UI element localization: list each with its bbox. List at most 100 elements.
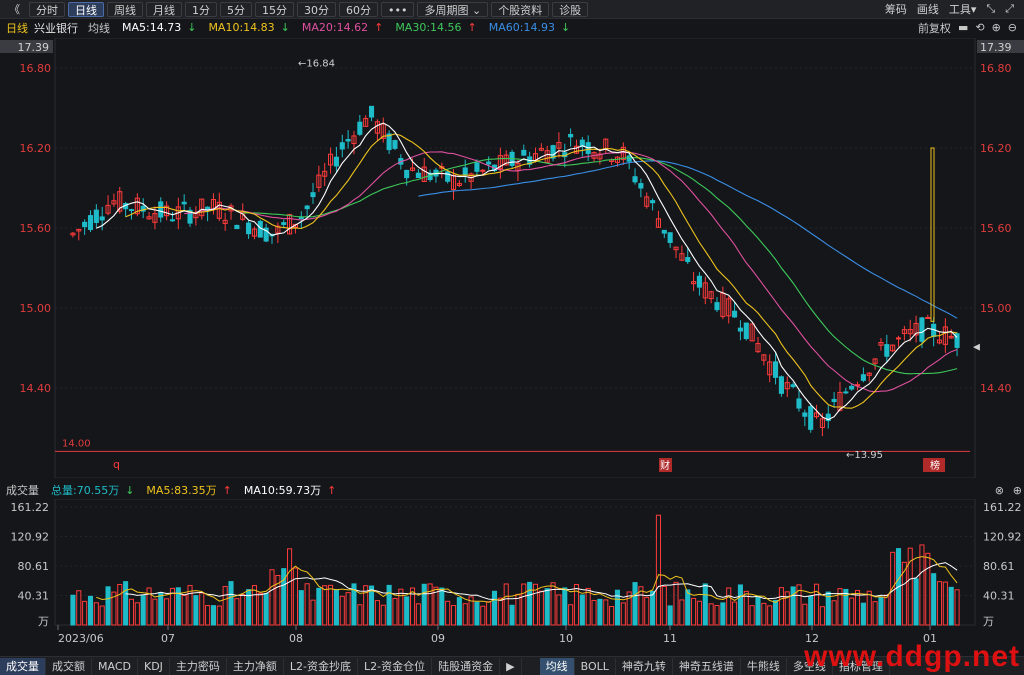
support-label: 14.00 [62,438,91,449]
volume-bar [421,583,427,626]
expand-icon[interactable]: ⤢ [1005,2,1014,16]
tools-menu-button[interactable]: 工具▾ [949,1,977,17]
volume-bar [907,547,913,626]
volume-bar [298,590,304,626]
volume-bar [497,597,503,626]
volume-bar [585,587,591,626]
volume-bar [415,603,421,626]
volume-add-icon[interactable]: ⊕ [1013,484,1022,497]
candle-down [310,192,316,198]
tab-5min[interactable]: 5分 [220,1,252,17]
price-tick-left: 14.40 [20,382,52,395]
multi-period-button[interactable]: 多周期图 ⌄ [417,1,489,17]
volume-bar [732,601,738,626]
volume-bar [87,595,94,626]
legend-right: 前复权 ▬ ⟲ ⊕ ⊖ [918,19,1024,36]
zoom-in-icon[interactable]: ⊕ [992,21,1001,34]
tab-main-code[interactable]: 主力密码 [170,657,227,675]
ma60-value: MA60:14.93 ↓ [488,21,571,34]
time-label: 09 [431,632,445,645]
price-top-right: 17.39 [980,41,1012,54]
volume-legend: 成交量 总量:70.55万 ↓ MA5:83.35万 ↑ MA10:59.73万 ↑ … [0,482,1024,498]
volume-bar [696,600,702,626]
volume-bar [374,600,380,626]
spike-candle [930,147,935,322]
volume-bar [773,599,779,626]
tab-60min[interactable]: 60分 [339,1,378,17]
volume-close-icon[interactable]: ⊗ [995,484,1004,497]
tab-monthly[interactable]: 月线 [146,1,182,17]
tabs-next-icon[interactable]: ▶ [500,657,522,675]
tab-15min[interactable]: 15分 [255,1,294,17]
volume-bar [322,585,328,626]
tab-volume[interactable]: 成交量 [0,657,46,675]
volume-bar [181,594,187,626]
chips-button[interactable]: 筹码 [885,1,907,17]
volume-bar [679,599,685,626]
undo-icon[interactable]: ⟲ [975,21,984,34]
tab-hk-connect[interactable]: 陆股通资金 [432,657,501,675]
zoom-out-icon[interactable]: ⊖ [1008,21,1017,34]
ma30-value: MA30:14.56 ↑ [395,21,477,34]
collapse-icon[interactable]: ⤡ [986,2,995,16]
volume-bar [134,602,140,626]
stock-profile-button[interactable]: 个股资料 [491,1,550,17]
tab-ma[interactable]: 均线 [539,657,575,675]
tab-magic-five[interactable]: 神奇五线谱 [673,657,741,675]
draw-line-button[interactable]: 画线 [917,1,939,17]
tab-main-net[interactable]: 主力净额 [227,657,284,675]
volume-bar [714,605,720,626]
candle-down [696,275,702,288]
period-label: 日线 [6,21,28,35]
diagnose-button[interactable]: 诊股 [552,1,589,17]
back-button[interactable]: 《 [3,2,26,17]
volume-bar [509,604,515,626]
tab-kdj[interactable]: KDJ [138,657,170,675]
minimize-icon[interactable]: ▬ [958,21,968,34]
volume-bar [345,592,351,626]
candlestick-chart[interactable]: 16.80 16.80 16.20 16.20 15.60 15.60 15.00 15.00… [0,38,1024,478]
ma-title[interactable]: 均线 [88,20,110,36]
volume-bar [808,595,814,626]
volume-bar [392,598,398,626]
volume-bar [93,602,99,626]
volume-chart[interactable]: 161.22 161.22 120.92 120.92 80.61 80.61 40.31 4… [0,499,1024,655]
adjust-button[interactable]: 前复权 [918,20,951,36]
candle-down [368,105,375,118]
candle-down [667,232,673,243]
tab-l2-bottom[interactable]: L2-资金抄底 [284,657,359,675]
price-tick-right: 16.80 [980,62,1012,75]
more-periods-button[interactable]: ••• [381,1,415,17]
volume-bar [544,588,550,626]
candle-down [743,322,749,340]
tab-30min[interactable]: 30分 [297,1,336,17]
volume-bar [140,595,146,626]
volume-bar [942,581,948,626]
volume-bar [404,596,410,626]
tab-daily[interactable]: 日线 [68,1,104,17]
tab-turnover[interactable]: 成交额 [46,657,92,675]
volume-bar [948,586,954,626]
volume-ma5: MA5:83.35万 ↑ [146,484,232,497]
tab-l2-position[interactable]: L2-资金仓位 [358,657,433,675]
tab-weekly[interactable]: 周线 [107,1,143,17]
tab-macd[interactable]: MACD [92,657,138,675]
volume-bar [357,604,363,626]
tab-boll[interactable]: BOLL [575,657,616,675]
volume-bar [708,603,714,626]
volume-bar [128,598,135,626]
candle-down [445,171,451,182]
volume-bar [755,595,761,626]
volume-bar [568,604,574,626]
tab-bull-bear[interactable]: 牛熊线 [741,657,787,675]
price-tick-left: 15.60 [20,222,52,235]
tab-fenshi[interactable]: 分时 [29,1,65,17]
tab-1min[interactable]: 1分 [185,1,217,17]
ma10-line [125,133,958,409]
tab-magic-nine[interactable]: 神奇九转 [616,657,673,675]
candle-up [925,316,931,319]
candle-down [808,406,814,430]
time-label: 11 [663,632,677,645]
volume-tick-right: 120.92 [983,530,1022,543]
candle-down [181,201,187,205]
